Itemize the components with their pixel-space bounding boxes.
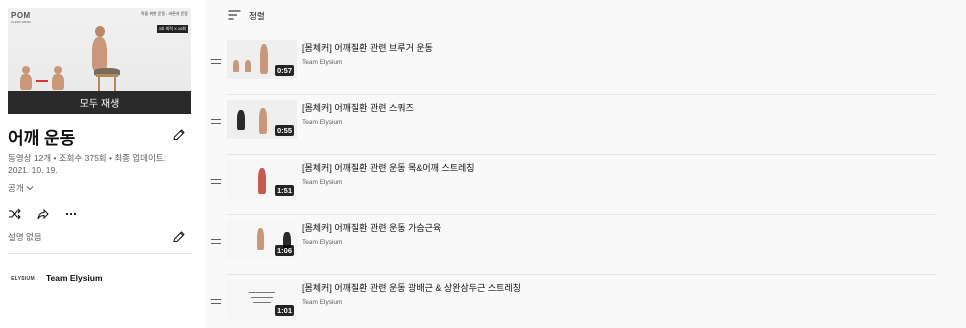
- video-thumbnail[interactable]: 1:06: [227, 220, 297, 259]
- video-channel[interactable]: Team Elysium: [302, 239, 342, 246]
- edit-title-pencil-icon[interactable]: [172, 128, 186, 142]
- sort-label: 정렬: [249, 11, 265, 21]
- video-duration: 1:01: [274, 305, 294, 316]
- channel-name[interactable]: Team Elysium: [46, 273, 103, 283]
- divider: [8, 253, 192, 254]
- video-thumbnail[interactable]: 0:55: [227, 100, 297, 139]
- video-thumbnail[interactable]: 0:57: [227, 40, 297, 79]
- video-title[interactable]: [몸체커] 어깨질환 관련 운동 가슴근육: [302, 221, 441, 234]
- playlist-thumbnail[interactable]: POM CLINIC WEAR 목을 위한 운동 : 바른자 운동 3호 최적 X…: [8, 8, 191, 114]
- playlist-sidebar: POM CLINIC WEAR 목을 위한 운동 : 바른자 운동 3호 최적 X…: [0, 0, 205, 328]
- share-icon[interactable]: [36, 207, 50, 221]
- figure-head: [95, 26, 105, 37]
- sort-icon: [228, 10, 241, 22]
- more-options-icon[interactable]: [64, 207, 78, 221]
- figure-icon: [237, 110, 245, 130]
- figure-body-small: [20, 74, 32, 90]
- figure-head-small: [22, 66, 30, 74]
- figure-icon: [257, 228, 264, 250]
- drag-handle-icon[interactable]: [211, 119, 221, 125]
- video-title[interactable]: [몸체커] 어깨질환 관련 스쿼즈: [302, 101, 414, 114]
- caption-line-1: 목을 위한 운동 : 바른자 운동: [140, 11, 188, 16]
- sort-button[interactable]: 정렬: [228, 10, 265, 22]
- playlist-video-row[interactable]: 0:57 [몸체커] 어깨질환 관련 브루거 운동 Team Elysium: [205, 35, 940, 95]
- thumbnail-text-line: [251, 297, 273, 299]
- stool-leg: [98, 77, 100, 91]
- playlist-description: 설명 없음: [8, 232, 42, 242]
- video-title[interactable]: [몸체커] 어깨질환 관련 운동 광배근 & 상완삼두근 스트레칭: [302, 281, 521, 294]
- thumbnail-text-line: [253, 302, 271, 304]
- privacy-dropdown[interactable]: 공개: [8, 182, 34, 194]
- video-duration: 1:06: [274, 245, 294, 256]
- video-channel[interactable]: Team Elysium: [302, 59, 342, 66]
- drag-handle-icon[interactable]: [211, 239, 221, 245]
- drag-handle-icon[interactable]: [211, 59, 221, 65]
- video-channel[interactable]: Team Elysium: [302, 179, 342, 186]
- playlist-stats: 동영상 12개 • 조회수 375회 • 최종 업데이트: 2021. 10. …: [8, 153, 166, 175]
- figure-head-small: [54, 66, 62, 74]
- figure-body: [92, 37, 107, 71]
- playlist-title: 어깨 운동: [8, 129, 76, 148]
- chevron-down-icon: [26, 183, 34, 193]
- privacy-label: 공개: [8, 183, 24, 193]
- playlist-video-row[interactable]: 1:51 [몸체커] 어깨질환 관련 운동 목&어깨 스트레칭 Team Ely…: [205, 155, 940, 215]
- brand-logo: POM CLINIC WEAR: [11, 11, 31, 24]
- arrow-icon: [36, 80, 48, 82]
- video-thumbnail[interactable]: 1:51: [227, 160, 297, 199]
- drag-handle-icon[interactable]: [211, 299, 221, 305]
- play-all-button[interactable]: 모두 재생: [8, 91, 191, 114]
- video-channel[interactable]: Team Elysium: [302, 119, 342, 126]
- shuffle-icon[interactable]: [8, 207, 22, 221]
- figure-icon: [259, 108, 267, 134]
- video-duration: 0:55: [274, 125, 294, 136]
- figure-icon: [233, 60, 239, 72]
- video-title[interactable]: [몸체커] 어깨질환 관련 운동 목&어깨 스트레칭: [302, 161, 475, 174]
- figure-icon: [245, 60, 251, 72]
- video-title[interactable]: [몸체커] 어깨질환 관련 브루거 운동: [302, 41, 433, 54]
- video-thumbnail[interactable]: 1:01: [227, 280, 297, 319]
- drag-handle-icon[interactable]: [211, 179, 221, 185]
- thumbnail-text-line: [249, 292, 275, 294]
- video-channel[interactable]: Team Elysium: [302, 299, 342, 306]
- edit-description-pencil-icon[interactable]: [172, 230, 186, 244]
- figure-icon: [260, 44, 268, 74]
- caption-line-2: 3호 최적 X 10회: [156, 25, 188, 33]
- channel-avatar[interactable]: ELYSIUM: [8, 266, 38, 292]
- playlist-actions: [8, 207, 78, 221]
- video-duration: 1:51: [274, 185, 294, 196]
- figure-body-small: [52, 74, 64, 90]
- thumbnail-caption: 목을 위한 운동 : 바른자 운동 3호 최적 X 10회: [141, 11, 188, 35]
- stool-leg: [114, 77, 116, 91]
- playlist-video-row[interactable]: 0:55 [몸체커] 어깨질환 관련 스쿼즈 Team Elysium: [205, 95, 940, 155]
- playlist-video-row[interactable]: 1:06 [몸체커] 어깨질환 관련 운동 가슴근육 Team Elysium: [205, 215, 940, 275]
- video-duration: 0:57: [274, 65, 294, 76]
- playlist-video-row[interactable]: 1:01 [몸체커] 어깨질환 관련 운동 광배근 & 상완삼두근 스트레칭 T…: [205, 275, 940, 328]
- figure-icon: [258, 168, 266, 194]
